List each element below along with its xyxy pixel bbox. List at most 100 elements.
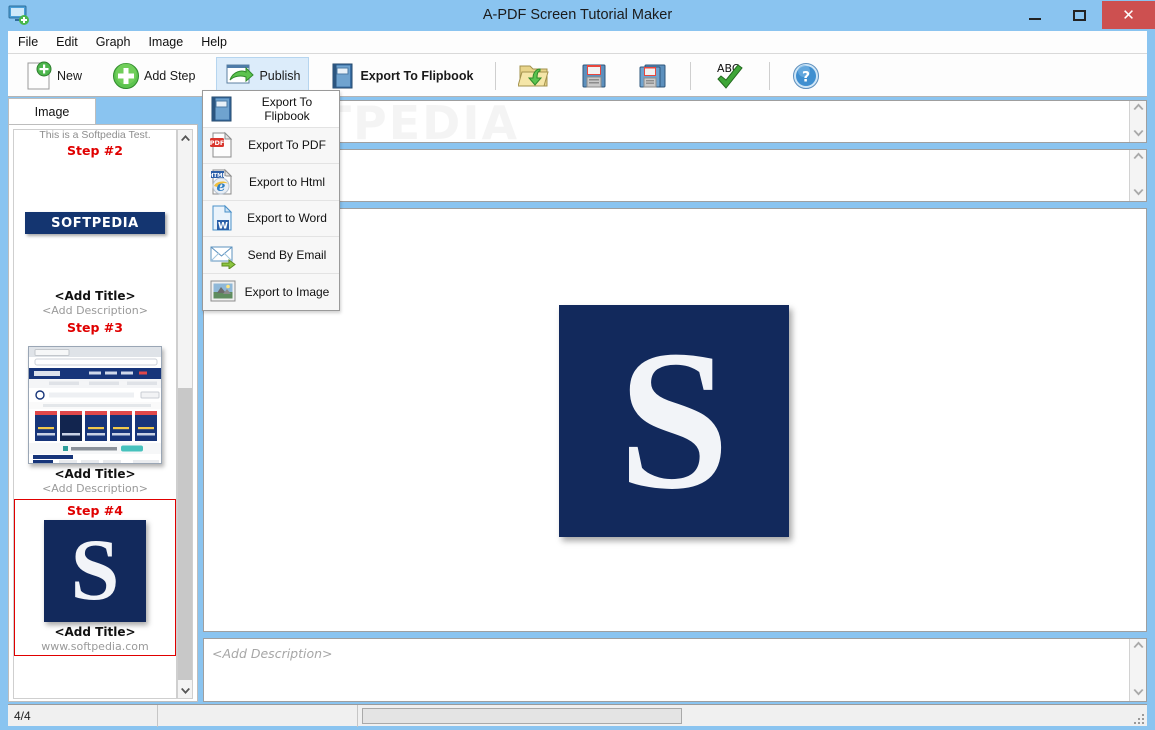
- scrollbar-thumb[interactable]: [178, 388, 192, 680]
- list-item[interactable]: Step #3 <Add Title> <Add Description>: [14, 317, 176, 495]
- description-field[interactable]: <Add Description>: [203, 638, 1147, 702]
- menu-graph[interactable]: Graph: [87, 33, 140, 51]
- book-icon: [330, 62, 356, 90]
- scroll-down-arrow[interactable]: [178, 683, 192, 698]
- html-browser-icon: HTML e: [209, 168, 237, 196]
- thumbnail-s-logo: S: [44, 520, 146, 622]
- thumbnail-softpedia-logo: SOFTPEDIA: [25, 212, 165, 234]
- list-item-selected[interactable]: Step #4 S <Add Title> www.softpedia.com: [14, 499, 176, 656]
- toolbar-separator-2: [690, 62, 692, 90]
- description-scrollbar[interactable]: [1129, 639, 1146, 701]
- step-title[interactable]: <Add Title>: [15, 622, 175, 639]
- tab-strip-filler: [96, 111, 198, 125]
- close-icon: ✕: [1122, 6, 1135, 24]
- menu-item-label: Export To Flipbook: [261, 94, 313, 123]
- maximize-button[interactable]: [1057, 1, 1102, 29]
- menu-item-export-to-image[interactable]: Export to Image: [203, 274, 339, 311]
- publish-dropdown-menu[interactable]: Export To Flipbook PDF Export To PDF HTM…: [202, 90, 340, 311]
- title-field[interactable]: [203, 100, 1147, 143]
- email-send-icon: [209, 241, 237, 270]
- resize-grip[interactable]: [1130, 710, 1144, 724]
- notes-field-scrollbar[interactable]: [1129, 150, 1146, 201]
- chevron-down-icon[interactable]: [1133, 689, 1144, 699]
- add-plus-icon: [112, 62, 140, 90]
- scroll-up-arrow[interactable]: [178, 130, 192, 145]
- menu-item-export-to-html[interactable]: HTML e Export to Html: [203, 164, 339, 201]
- svg-text:e: e: [217, 179, 226, 195]
- menu-item-export-to-pdf[interactable]: PDF Export To PDF: [203, 128, 339, 164]
- open-button[interactable]: [509, 57, 559, 95]
- s-logo-glyph: S: [70, 521, 120, 619]
- list-item[interactable]: This is a Softpedia Test. Step #2 SOFTPE…: [14, 130, 176, 317]
- application-window: A-PDF Screen Tutorial Maker ✕ File Edit …: [0, 0, 1155, 730]
- step-description[interactable]: <Add Description>: [14, 303, 176, 317]
- book-icon: [209, 95, 237, 123]
- help-button[interactable]: ?: [783, 57, 829, 95]
- tab-strip: Image: [8, 98, 198, 125]
- menu-item-label: Export to Html: [248, 174, 326, 189]
- chevron-down-icon[interactable]: [1133, 130, 1144, 140]
- add-step-button[interactable]: Add Step: [103, 57, 204, 95]
- new-document-icon: [25, 61, 53, 91]
- word-doc-icon: W: [209, 204, 237, 232]
- save-as-button[interactable]: [629, 57, 677, 95]
- description-placeholder: <Add Description>: [212, 646, 333, 661]
- tab-image[interactable]: Image: [8, 98, 96, 125]
- save-icon: [580, 62, 608, 90]
- step-title[interactable]: <Add Title>: [14, 286, 176, 303]
- thumbnail-browser-screenshot: [28, 346, 162, 464]
- preview-image[interactable]: S: [559, 305, 789, 537]
- toolbar: New Add Step Publish Export To Flipbook …: [8, 53, 1147, 97]
- menu-item-label: Send By Email: [247, 247, 327, 262]
- menu-item-export-to-flipbook[interactable]: Export To Flipbook: [203, 91, 339, 128]
- progress-bar: [362, 707, 682, 724]
- menu-item-label: Export To PDF: [248, 138, 326, 153]
- status-cell-empty: [158, 704, 358, 727]
- window-title: A-PDF Screen Tutorial Maker: [482, 7, 673, 23]
- open-folder-icon: [518, 61, 550, 91]
- status-bar: 4/4: [8, 704, 1147, 727]
- image-preview-canvas[interactable]: S: [203, 208, 1147, 632]
- title-bar: A-PDF Screen Tutorial Maker ✕: [0, 0, 1155, 31]
- chevron-up-icon[interactable]: [1133, 103, 1144, 113]
- menu-edit[interactable]: Edit: [47, 33, 87, 51]
- step-label: Step #2: [67, 143, 123, 158]
- image-picture-icon: [209, 278, 237, 306]
- spellcheck-button[interactable]: ABC: [704, 57, 756, 95]
- step-description[interactable]: <Add Description>: [14, 481, 176, 495]
- menu-help[interactable]: Help: [192, 33, 236, 51]
- softpedia-logo-text: SOFTPEDIA: [51, 215, 139, 231]
- notes-field[interactable]: [203, 149, 1147, 202]
- help-question-icon: ?: [792, 62, 820, 90]
- svg-text:PDF: PDF: [210, 139, 225, 147]
- close-button[interactable]: ✕: [1102, 1, 1155, 29]
- step-label: Step #4: [67, 503, 123, 518]
- menu-image[interactable]: Image: [139, 33, 192, 51]
- pdf-icon: PDF: [209, 131, 237, 159]
- save-button[interactable]: [571, 57, 617, 95]
- publish-button-label: Publish: [259, 69, 301, 83]
- export-to-flipbook-button[interactable]: Export To Flipbook: [321, 57, 482, 95]
- menu-bar: File Edit Graph Image Help: [8, 31, 1147, 53]
- new-button[interactable]: New: [16, 57, 91, 95]
- step-top-text: This is a Softpedia Test.: [39, 130, 151, 140]
- minimize-button[interactable]: [1012, 1, 1057, 29]
- chevron-down-icon[interactable]: [1133, 189, 1144, 199]
- step-thumbnail-list[interactable]: This is a Softpedia Test. Step #2 SOFTPE…: [13, 129, 177, 699]
- svg-text:?: ?: [802, 70, 810, 86]
- spellcheck-abc-icon: ABC: [713, 61, 747, 91]
- publish-arrow-icon: [225, 62, 255, 90]
- chevron-up-icon[interactable]: [1133, 641, 1144, 651]
- menu-item-export-to-word[interactable]: W Export to Word: [203, 201, 339, 237]
- save-as-icon: [638, 62, 668, 90]
- sidebar-scrollbar[interactable]: [177, 129, 193, 699]
- step-title[interactable]: <Add Title>: [14, 464, 176, 481]
- add-step-button-label: Add Step: [144, 69, 196, 83]
- menu-item-send-by-email[interactable]: Send By Email: [203, 237, 339, 274]
- title-field-scrollbar[interactable]: [1129, 101, 1146, 142]
- menu-file[interactable]: File: [9, 33, 47, 51]
- chevron-up-icon[interactable]: [1133, 152, 1144, 162]
- window-controls: ✕: [1012, 1, 1155, 29]
- step-description[interactable]: www.softpedia.com: [15, 639, 175, 653]
- step-label: Step #3: [67, 320, 123, 335]
